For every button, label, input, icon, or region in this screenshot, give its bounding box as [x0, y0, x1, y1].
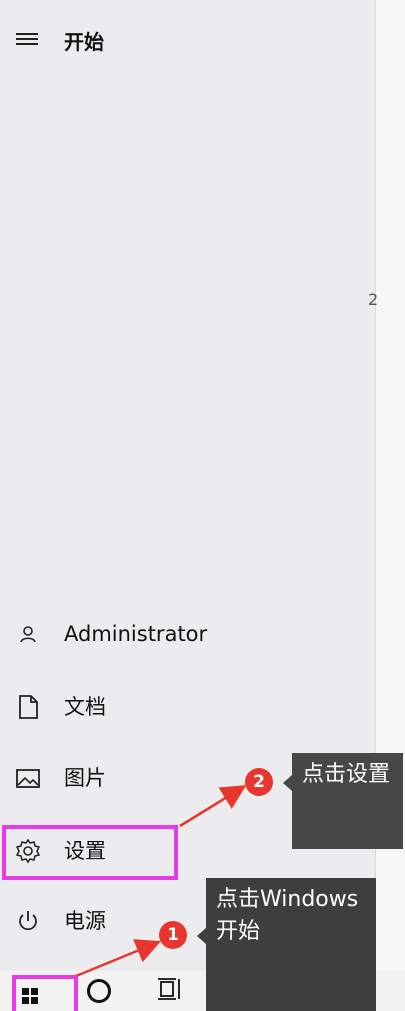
gear-icon [14, 837, 42, 865]
pictures-icon [14, 764, 42, 792]
document-icon [14, 693, 42, 721]
tooltip-click-settings: 点击设置 [292, 753, 403, 849]
tooltip-arrow [283, 775, 292, 791]
tooltip-arrow [197, 928, 206, 944]
step-badge-2: 2 [245, 768, 273, 796]
menu-item-label: 图片 [64, 766, 106, 790]
menu-item-label: 电源 [64, 909, 106, 933]
menu-item-label: 设置 [64, 839, 106, 863]
task-view-icon[interactable] [156, 976, 184, 1002]
user-icon [14, 620, 42, 648]
tooltip-click-start: 点击Windows开始 [206, 878, 376, 1011]
menu-item-documents[interactable]: 文档 [0, 679, 375, 735]
edge-text-fragment: 2 [368, 290, 379, 309]
menu-item-administrator[interactable]: Administrator [0, 606, 375, 662]
hamburger-menu-icon[interactable] [16, 32, 40, 48]
cortana-icon[interactable] [87, 979, 111, 1003]
menu-item-label: 文档 [64, 695, 106, 719]
start-button[interactable] [0, 971, 80, 1011]
start-menu-title: 开始 [64, 30, 104, 54]
windows-logo-icon [22, 988, 38, 1004]
menu-item-label: Administrator [64, 622, 208, 646]
power-icon [14, 907, 42, 935]
step-badge-1: 1 [159, 921, 187, 949]
